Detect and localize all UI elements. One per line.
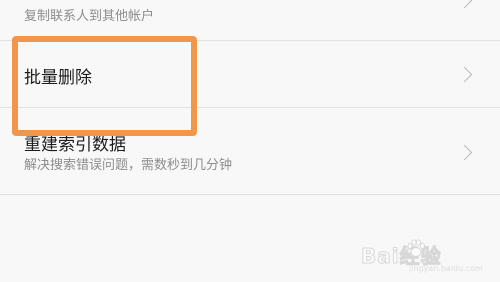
watermark-url: jingyan.baidu.com xyxy=(409,264,483,273)
list-item-copy-contacts[interactable]: 复制联系人到其他帐户 xyxy=(0,0,500,40)
list-item-subtitle: 复制联系人到其他帐户 xyxy=(24,9,155,24)
paw-icon xyxy=(407,239,425,257)
divider xyxy=(0,194,500,195)
highlight-box xyxy=(12,36,197,136)
contacts-settings-screen: 复制联系人到其他帐户 批量删除 重建索引数据 解决搜索错误问题，需数秒到几分钟 … xyxy=(0,0,500,282)
list-item-subtitle: 解决搜索错误问题，需数秒到几分钟 xyxy=(24,158,233,173)
watermark: Bai经验 jingyan.baidu.com xyxy=(361,236,486,276)
chevron-right-icon xyxy=(456,144,473,161)
chevron-right-icon xyxy=(456,0,473,9)
chevron-right-icon xyxy=(456,66,473,83)
